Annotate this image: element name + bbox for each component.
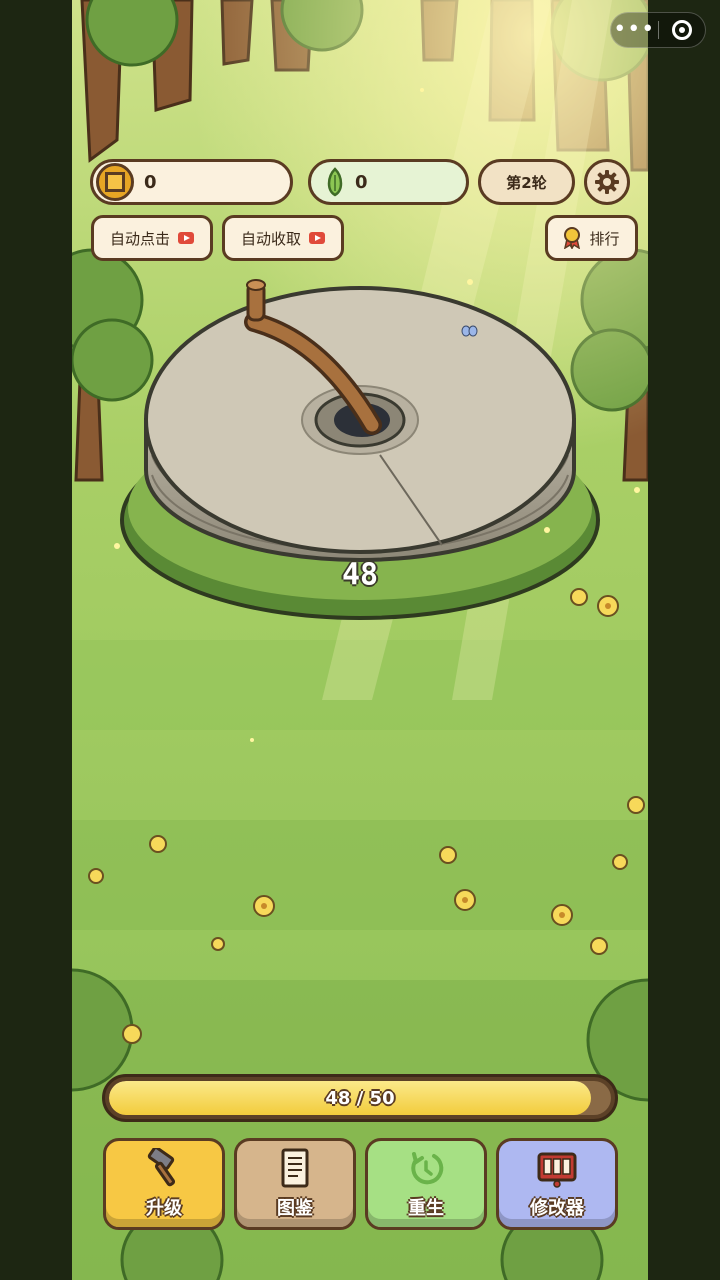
auto-collect-button[interactable]: 自动收取 bbox=[222, 215, 344, 261]
modifier-label: 修改器 bbox=[530, 1198, 584, 1219]
settings-button[interactable] bbox=[584, 159, 630, 205]
rebirth-icon bbox=[411, 1152, 444, 1185]
upgrade-button[interactable]: 升级 bbox=[103, 1138, 225, 1230]
millstone-count: 48 bbox=[341, 557, 379, 593]
seed-icon bbox=[327, 167, 343, 197]
auto-click-label: 自动点击 bbox=[109, 229, 170, 248]
more-dots-icon[interactable]: ••• bbox=[611, 13, 658, 47]
seed-counter: 0 bbox=[308, 159, 469, 205]
miniprogram-capsule: ••• bbox=[610, 12, 706, 48]
video-ad-icon bbox=[309, 232, 325, 244]
progress-bar: 48 / 50 bbox=[102, 1074, 618, 1122]
target-icon[interactable] bbox=[658, 20, 705, 40]
modifier-button[interactable]: 修改器 bbox=[496, 1138, 618, 1230]
phone-frame: ••• 0 0 第2轮 自动点击 自动收取 排行 48 48 / 50 升级 图… bbox=[0, 0, 720, 1280]
rebirth-button[interactable]: 重生 bbox=[365, 1138, 487, 1230]
medal-icon bbox=[564, 227, 581, 249]
auto-click-button[interactable]: 自动点击 bbox=[91, 215, 213, 261]
progress-track: 48 / 50 bbox=[109, 1081, 611, 1115]
seed-value: 0 bbox=[355, 171, 368, 193]
rebirth-label: 重生 bbox=[408, 1198, 444, 1219]
video-ad-icon bbox=[178, 232, 194, 244]
right-letterbox bbox=[648, 0, 720, 1280]
hammer-icon bbox=[147, 1148, 176, 1187]
progress-label: 48 / 50 bbox=[325, 1087, 395, 1109]
slot-machine-icon bbox=[537, 1152, 577, 1188]
rank-button[interactable]: 排行 bbox=[545, 215, 638, 261]
round-indicator[interactable]: 第2轮 bbox=[478, 159, 575, 205]
left-letterbox bbox=[0, 0, 72, 1280]
codex-label: 图鉴 bbox=[277, 1198, 313, 1219]
rank-label: 排行 bbox=[589, 229, 620, 248]
codex-button[interactable]: 图鉴 bbox=[234, 1138, 356, 1230]
upgrade-label: 升级 bbox=[146, 1198, 182, 1219]
coin-value: 0 bbox=[144, 171, 157, 193]
coin-counter: 0 bbox=[90, 159, 293, 205]
book-icon bbox=[281, 1148, 309, 1188]
auto-collect-label: 自动收取 bbox=[240, 229, 301, 248]
coin-icon bbox=[96, 163, 134, 201]
gear-icon bbox=[595, 170, 619, 194]
